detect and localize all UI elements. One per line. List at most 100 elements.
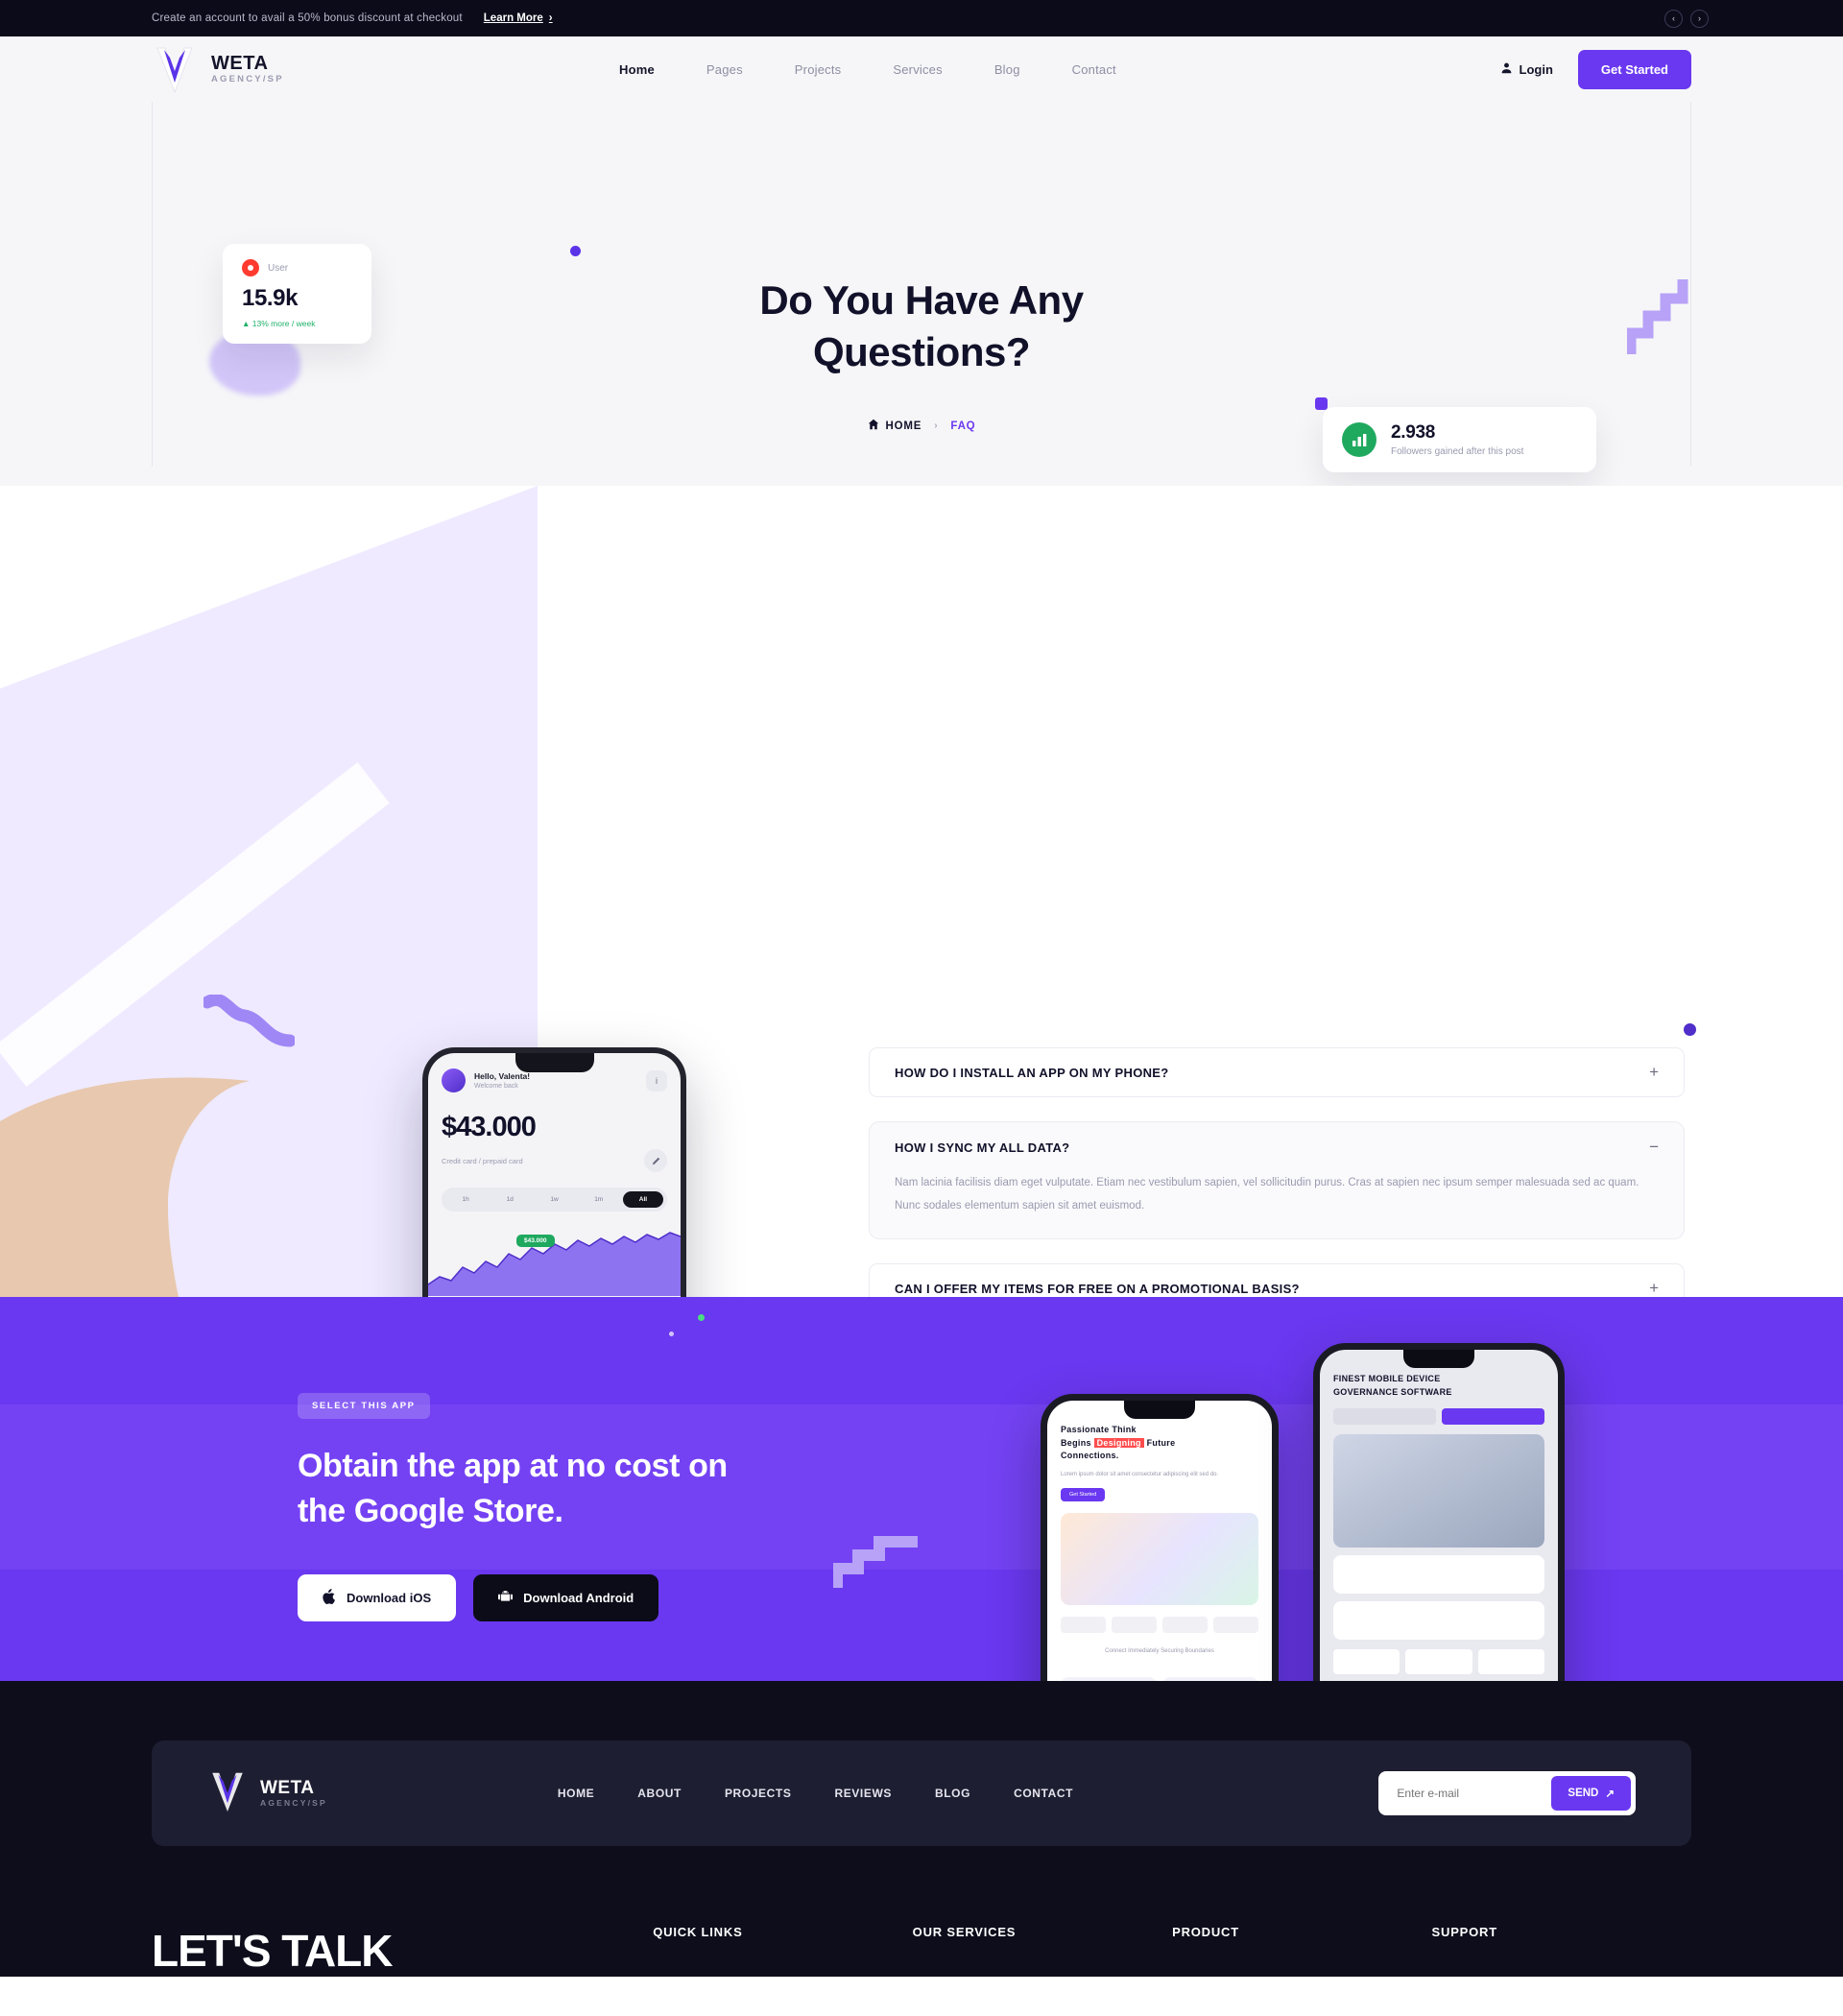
- faq-item-expanded[interactable]: HOW I SYNC MY ALL DATA? − Nam lacinia fa…: [846, 1105, 1708, 1257]
- phone-area-chart: $43.000: [428, 1223, 681, 1297]
- phone-notch: [1124, 1401, 1195, 1419]
- cta-phone-b-heading-line1: FINEST MOBILE DEVICE: [1333, 1374, 1441, 1383]
- footer-nav-reviews[interactable]: REVIEWS: [834, 1787, 892, 1800]
- page-title-line1: Do You Have Any: [759, 277, 1084, 323]
- phone-balance-sub: Credit card / prepaid card: [442, 1156, 523, 1165]
- download-android-button[interactable]: Download Android: [473, 1573, 659, 1621]
- footer-column-support: SUPPORT: [1432, 1925, 1691, 1977]
- cta-phone-a-heading-highlight: Designing: [1093, 1437, 1144, 1448]
- carousel-next-button[interactable]: ›: [1690, 9, 1709, 28]
- lets-talk-heading: LET'S TALK: [152, 1926, 394, 1976]
- nav-item-services[interactable]: Services: [893, 62, 942, 77]
- phone-notch: [515, 1053, 594, 1072]
- footer-nav-projects[interactable]: PROJECTS: [725, 1787, 791, 1800]
- decorative-dot-white: [669, 1332, 674, 1336]
- footer-brand-name: WETA: [260, 1778, 315, 1799]
- phone-tab-1h[interactable]: 1h: [445, 1191, 486, 1208]
- cta-phone-right: FINEST MOBILE DEVICE GOVERNANCE SOFTWARE: [1313, 1343, 1565, 1681]
- login-button[interactable]: Login: [1500, 61, 1553, 77]
- stat-followers-label: Followers gained after this post: [1391, 446, 1524, 457]
- announcement-text: Create an account to avail a 50% bonus d…: [152, 12, 463, 24]
- footer-nav-home[interactable]: HOME: [558, 1787, 594, 1800]
- cta-phone-a-pill[interactable]: Get Started: [1061, 1487, 1106, 1501]
- phone-greeting: Hello, Valenta!: [474, 1071, 531, 1081]
- breadcrumb-separator-icon: ›: [934, 420, 939, 431]
- expand-plus-icon[interactable]: +: [1649, 1063, 1659, 1082]
- cta-phone-b-card: [1333, 1601, 1544, 1640]
- nav-item-pages[interactable]: Pages: [706, 62, 743, 77]
- phone-tab-1d[interactable]: 1d: [490, 1191, 530, 1208]
- footer-column-title: SUPPORT: [1431, 1925, 1497, 1939]
- download-android-label: Download Android: [523, 1590, 634, 1605]
- cta-phone-b-chip-accent: [1442, 1408, 1544, 1425]
- brand-subtitle: AGENCY/SP: [211, 74, 284, 84]
- decorative-square: [1315, 397, 1328, 410]
- faq-section: Hello, Valenta! Welcome back i $43.000 C…: [0, 486, 1843, 1297]
- footer-column-title: OUR SERVICES: [912, 1925, 1017, 1939]
- footer-column-product: PRODUCT: [1172, 1925, 1431, 1977]
- brand-logo-link[interactable]: WETA AGENCY/SP: [152, 44, 284, 94]
- stat-card-followers: 2.938 Followers gained after this post: [1323, 407, 1596, 472]
- phone-notch: [1403, 1350, 1474, 1368]
- learn-more-label: Learn More: [483, 12, 543, 24]
- email-input[interactable]: [1383, 1787, 1552, 1800]
- cta-phone-b-heading: FINEST MOBILE DEVICE GOVERNANCE SOFTWARE: [1333, 1373, 1544, 1399]
- phone-tab-1w[interactable]: 1w: [534, 1191, 574, 1208]
- decorative-dot-accent: [1684, 1023, 1696, 1036]
- download-ios-label: Download iOS: [347, 1590, 432, 1605]
- footer-column-title: PRODUCT: [1172, 1925, 1239, 1939]
- carousel-prev-button[interactable]: ‹: [1664, 9, 1683, 28]
- send-label: SEND: [1568, 1788, 1599, 1799]
- site-header: WETA AGENCY/SP Home Pages Projects Servi…: [0, 36, 1843, 102]
- decorative-dot: [570, 246, 581, 256]
- footer-nav-contact[interactable]: CONTACT: [1014, 1787, 1073, 1800]
- collapse-minus-icon[interactable]: −: [1649, 1138, 1659, 1157]
- cta-phone-b-chip: [1333, 1408, 1436, 1425]
- main-nav: Home Pages Projects Services Blog Contac…: [619, 62, 1116, 77]
- hero-section: User 15.9k ▲ 13% more / week 2.938 Follo…: [0, 102, 1843, 486]
- nav-item-blog[interactable]: Blog: [994, 62, 1020, 77]
- phone-mockup: Hello, Valenta! Welcome back i $43.000 C…: [422, 1047, 686, 1297]
- cta-phone-b-tile: [1333, 1649, 1400, 1674]
- breadcrumb-home-link[interactable]: HOME: [868, 419, 922, 433]
- footer-column-our-services: OUR SERVICES: [913, 1925, 1172, 1977]
- nav-item-contact[interactable]: Contact: [1072, 62, 1116, 77]
- weta-logo-icon: [152, 44, 198, 94]
- faq-item[interactable]: CAN I OFFER MY ITEMS FOR FREE ON A PROMO…: [869, 1263, 1685, 1297]
- cta-phone-a-heading-pre: Passionate Think: [1061, 1425, 1137, 1434]
- footer-columns: LET'S TALK QUICK LINKS OUR SERVICES PROD…: [152, 1925, 1691, 1977]
- footer-nav-about[interactable]: ABOUT: [637, 1787, 682, 1800]
- arrow-up-right-icon: ↗: [1605, 1788, 1615, 1800]
- phone-tab-all[interactable]: All: [622, 1191, 664, 1208]
- learn-more-link[interactable]: Learn More ›: [484, 12, 553, 24]
- download-ios-button[interactable]: Download iOS: [298, 1573, 457, 1621]
- footer-brand[interactable]: WETA AGENCY/SP: [207, 1769, 327, 1818]
- cta-phone-a-sub: Lorem ipsum dolor sit amet consectetur a…: [1061, 1471, 1219, 1477]
- decorative-dot-green: [698, 1314, 705, 1321]
- newsletter-send-button[interactable]: SEND ↗: [1551, 1776, 1631, 1811]
- get-started-button[interactable]: Get Started: [1577, 49, 1691, 89]
- breadcrumb: HOME › FAQ: [0, 419, 1843, 433]
- cta-badge: SELECT THIS APP: [298, 1393, 430, 1419]
- cta-heading-line2: the Google Store.: [298, 1492, 563, 1529]
- cta-heading-line1: Obtain the app at no cost on: [298, 1448, 728, 1484]
- info-icon[interactable]: i: [646, 1069, 667, 1092]
- expand-plus-icon[interactable]: +: [1649, 1279, 1659, 1297]
- faq-answer: Nam lacinia facilisis diam eget vulputat…: [895, 1177, 1640, 1212]
- nav-item-projects[interactable]: Projects: [795, 62, 842, 77]
- announcement-bar: Create an account to avail a 50% bonus d…: [0, 0, 1843, 36]
- cta-phone-b-card: [1333, 1555, 1544, 1594]
- brand-name: WETA: [211, 53, 269, 74]
- cta-phone-a-footer-note: Connect Immediately Securing Boundaries: [1105, 1647, 1214, 1654]
- android-icon: [498, 1589, 514, 1606]
- squiggle-purple-decoration: [201, 994, 297, 1057]
- edit-pencil-icon[interactable]: [644, 1149, 667, 1172]
- nav-item-home[interactable]: Home: [619, 62, 655, 77]
- footer-nav-blog[interactable]: BLOG: [935, 1787, 970, 1800]
- page-title: Do You Have Any Questions?: [0, 275, 1843, 378]
- phone-tab-1m[interactable]: 1m: [579, 1191, 619, 1208]
- cta-phone-a-heading-end: Connections.: [1061, 1451, 1119, 1460]
- faq-item[interactable]: HOW DO I INSTALL AN APP ON MY PHONE? +: [869, 1047, 1685, 1097]
- cta-phone-b-tile: [1405, 1649, 1472, 1674]
- faq-question: HOW I SYNC MY ALL DATA?: [895, 1140, 1070, 1155]
